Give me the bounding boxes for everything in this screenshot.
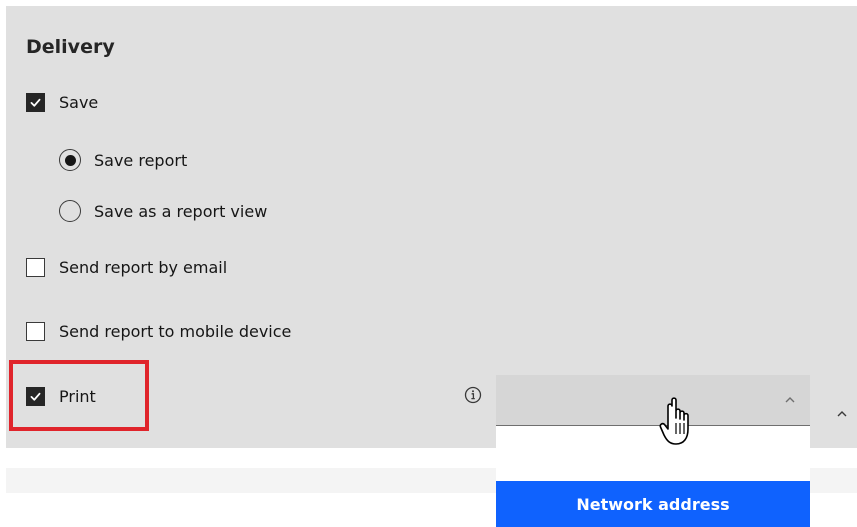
save-label: Save [59,93,99,112]
save-checkbox-row[interactable]: Save [26,93,98,112]
mobile-label: Send report to mobile device [59,322,292,341]
menu-item-network-address[interactable]: Network address [496,481,810,527]
checkmark-icon [30,98,41,107]
mobile-checkbox-row[interactable]: Send report to mobile device [26,322,291,341]
mobile-checkbox[interactable] [26,322,45,341]
radio-selected-dot [64,154,76,166]
save-checkbox[interactable] [26,93,45,112]
email-label: Send report by email [59,258,228,277]
section-heading: Delivery [26,36,115,58]
print-highlight-box [9,360,149,431]
save-as-report-view-radio-row[interactable]: Save as a report view [59,200,267,222]
save-report-radio[interactable] [59,149,81,171]
hand-pointer-cursor-icon [659,397,689,445]
printer-dropdown-menu: Network address [496,426,810,527]
chevron-up-icon[interactable] [784,394,796,406]
email-checkbox-row[interactable]: Send report by email [26,258,227,277]
printer-select[interactable] [496,375,810,426]
info-icon[interactable] [464,386,482,404]
save-report-radio-row[interactable]: Save report [59,149,187,171]
collapse-chevron-icon[interactable] [836,408,848,420]
email-checkbox[interactable] [26,258,45,277]
save-as-report-view-radio[interactable] [59,200,81,222]
save-report-label: Save report [94,150,188,170]
save-as-report-view-label: Save as a report view [94,201,268,221]
